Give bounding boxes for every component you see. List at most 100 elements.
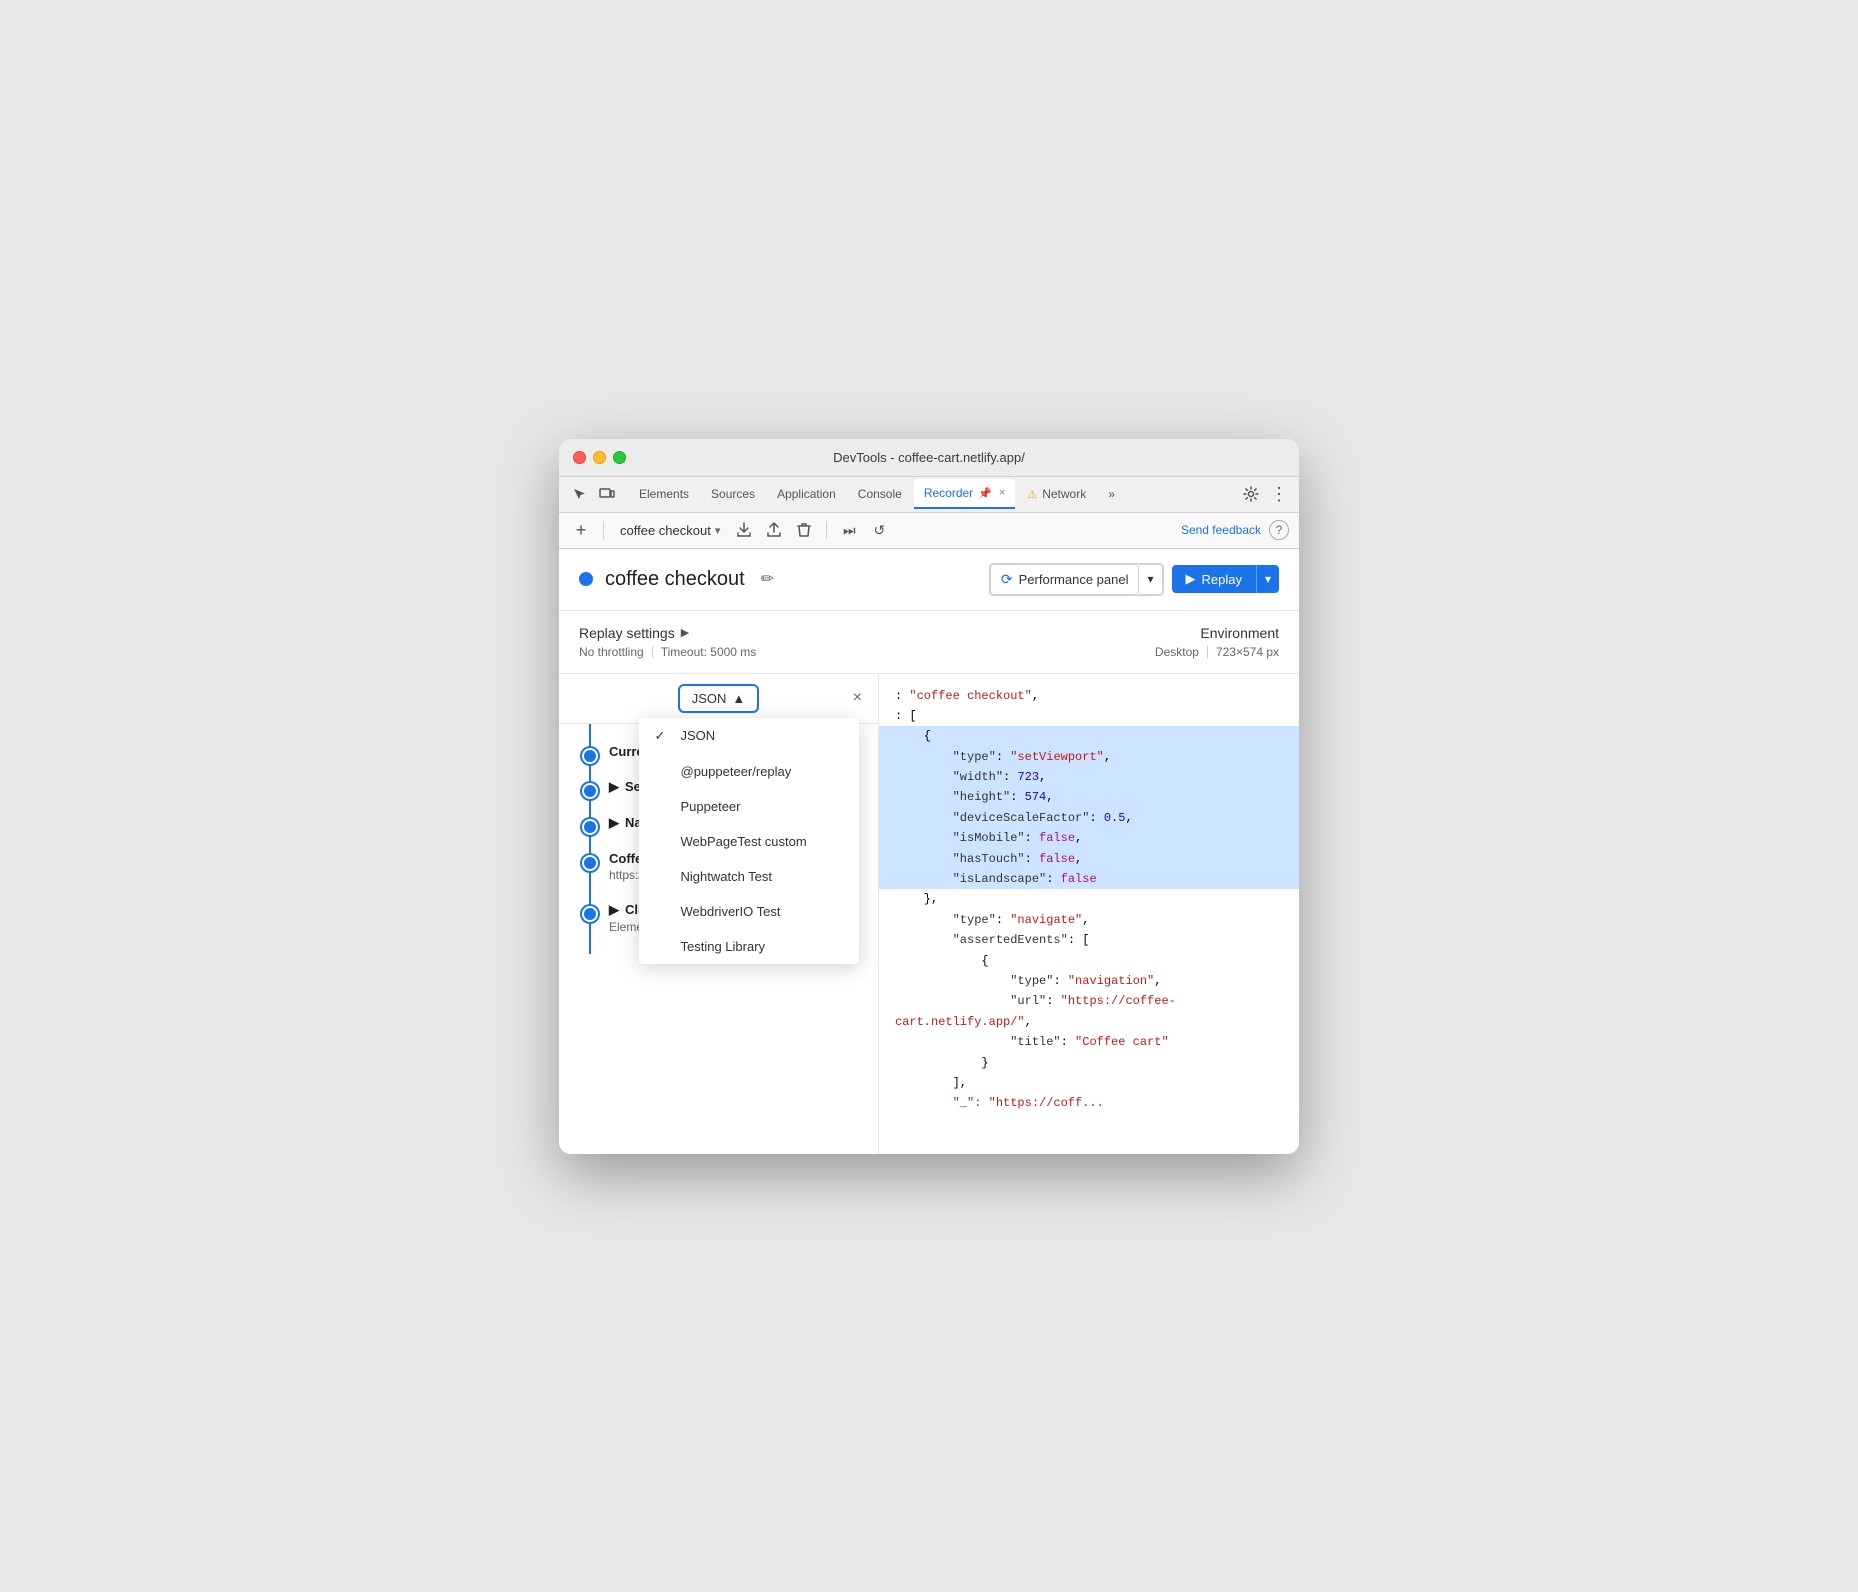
code-line-13: "assertedEvents": [ — [895, 930, 1283, 950]
recorder-toolbar: + coffee checkout ▾ ⏭ ↺ Send fee — [559, 513, 1299, 549]
slow-replay-icon[interactable]: ↺ — [867, 518, 891, 542]
edit-title-icon[interactable]: ✏ — [761, 569, 774, 589]
format-option-nightwatch[interactable]: Nightwatch Test — [639, 859, 859, 894]
timeline-dot-4 — [582, 855, 598, 871]
timeline-dot-3 — [582, 819, 598, 835]
code-line-6: "height": 574, — [895, 787, 1283, 807]
format-option-testing-library[interactable]: Testing Library — [639, 929, 859, 964]
send-feedback-link[interactable]: Send feedback — [1181, 523, 1261, 537]
replay-dropdown-button[interactable]: ▾ — [1256, 565, 1279, 593]
format-dropdown-menu: ✓ JSON @puppeteer/replay Puppeteer — [639, 718, 859, 964]
right-pane[interactable]: : "coffee checkout", : [ { "type": "setV… — [879, 674, 1299, 1154]
step-replay-icon[interactable]: ⏭ — [837, 518, 861, 542]
format-option-json[interactable]: ✓ JSON — [639, 718, 859, 754]
tab-recorder[interactable]: Recorder 📌 × — [914, 479, 1016, 509]
tab-application[interactable]: Application — [767, 479, 846, 509]
export-icon[interactable] — [732, 518, 756, 542]
delete-icon[interactable] — [792, 518, 816, 542]
format-bar: JSON ▲ × ✓ JSON @puppeteer/replay — [559, 674, 878, 724]
code-line-21: "_": "https://coff... — [895, 1093, 1283, 1113]
toolbar-separator-1 — [603, 521, 604, 539]
expand-arrow-icon: ▶ — [609, 779, 619, 795]
perf-panel-icon: ⟳ — [1001, 571, 1013, 588]
settings-icon[interactable] — [1239, 482, 1263, 506]
replay-button[interactable]: ▶ Replay — [1172, 565, 1256, 593]
replay-play-icon: ▶ — [1186, 571, 1196, 587]
perf-panel-wrapper: ⟳ Performance panel ▾ — [989, 563, 1164, 596]
format-option-puppeteer-replay[interactable]: @puppeteer/replay — [639, 754, 859, 789]
replay-wrapper: ▶ Replay ▾ — [1172, 565, 1280, 593]
left-pane: JSON ▲ × ✓ JSON @puppeteer/replay — [559, 674, 879, 1154]
title-bar: DevTools - coffee-cart.netlify.app/ — [559, 439, 1299, 477]
perf-panel-button[interactable]: ⟳ Performance panel — [990, 564, 1140, 595]
green-traffic-light[interactable] — [613, 451, 626, 464]
code-line-1: : "coffee checkout", — [895, 686, 1283, 706]
settings-separator — [652, 646, 653, 658]
environment-meta: Desktop 723×574 px — [1155, 645, 1279, 659]
recording-header: coffee checkout ✏ ⟳ Performance panel ▾ … — [559, 549, 1299, 611]
panel-area: JSON ▲ × ✓ JSON @puppeteer/replay — [559, 674, 1299, 1154]
code-line-19: } — [895, 1053, 1283, 1073]
expand-arrow-icon-2: ▶ — [609, 815, 619, 831]
timeline-dot-5 — [582, 906, 598, 922]
settings-arrow-icon: ▶ — [681, 626, 689, 639]
tab-more[interactable]: » — [1098, 479, 1125, 509]
tab-close-icon[interactable]: × — [999, 487, 1005, 499]
tab-network[interactable]: ⚠ Network — [1017, 479, 1096, 509]
chevron-up-icon: ▲ — [732, 691, 745, 706]
code-line-4: "type": "setViewport", — [895, 747, 1283, 767]
format-panel-close-icon[interactable]: × — [853, 689, 862, 707]
warning-icon: ⚠ — [1027, 488, 1037, 501]
recording-indicator — [579, 572, 593, 586]
yellow-traffic-light[interactable] — [593, 451, 606, 464]
window-title: DevTools - coffee-cart.netlify.app/ — [833, 450, 1025, 465]
environment-section: Environment Desktop 723×574 px — [1155, 625, 1279, 659]
devtools-window: DevTools - coffee-cart.netlify.app/ Elem… — [559, 439, 1299, 1154]
timeline-dot — [582, 748, 598, 764]
add-recording-button[interactable]: + — [569, 518, 593, 542]
perf-panel-dropdown[interactable]: ▾ — [1139, 564, 1162, 595]
format-option-puppeteer[interactable]: Puppeteer — [639, 789, 859, 824]
settings-meta: No throttling Timeout: 5000 ms — [579, 645, 756, 659]
cursor-icon[interactable] — [567, 482, 591, 506]
check-icon: ✓ — [655, 728, 671, 744]
code-line-10: "isLandscape": false — [895, 869, 1283, 889]
import-icon[interactable] — [762, 518, 786, 542]
code-line-16: "url": "https://coffee- — [895, 991, 1283, 1011]
recording-name: coffee checkout — [620, 523, 711, 538]
tab-bar-right: ⋮ — [1239, 482, 1291, 506]
toolbar-separator-2 — [826, 521, 827, 539]
recording-selector[interactable]: coffee checkout ▾ — [614, 521, 726, 540]
code-line-9: "hasTouch": false, — [895, 849, 1283, 869]
code-line-7: "deviceScaleFactor": 0.5, — [895, 808, 1283, 828]
code-highlighted-block: { "type": "setViewport", "width": 723, "… — [879, 726, 1299, 889]
more-options-icon[interactable]: ⋮ — [1267, 482, 1291, 506]
tab-bar: Elements Sources Application Console Rec… — [559, 477, 1299, 513]
code-line-2: : [ — [895, 706, 1283, 726]
main-content: coffee checkout ✏ ⟳ Performance panel ▾ … — [559, 549, 1299, 1154]
device-icon[interactable] — [595, 482, 619, 506]
chevron-down-icon: ▾ — [715, 524, 721, 537]
format-option-webdriverio[interactable]: WebdriverIO Test — [639, 894, 859, 929]
code-line-17: cart.netlify.app/", — [895, 1012, 1283, 1032]
traffic-lights — [573, 451, 626, 464]
expand-arrow-icon-3: ▶ — [609, 902, 619, 918]
env-separator — [1207, 646, 1208, 658]
format-option-webpagetest[interactable]: WebPageTest custom — [639, 824, 859, 859]
code-line-14: { — [895, 951, 1283, 971]
code-line-12: "type": "navigate", — [895, 910, 1283, 930]
replay-settings-toggle[interactable]: Replay settings ▶ — [579, 625, 756, 641]
devtools-controls — [567, 482, 619, 506]
code-line-5: "width": 723, — [895, 767, 1283, 787]
help-button[interactable]: ? — [1269, 520, 1289, 540]
format-selector[interactable]: JSON ▲ — [678, 684, 760, 713]
tab-elements[interactable]: Elements — [629, 479, 699, 509]
tab-sources[interactable]: Sources — [701, 479, 765, 509]
header-actions: ⟳ Performance panel ▾ ▶ Replay ▾ — [989, 563, 1279, 596]
settings-row: Replay settings ▶ No throttling Timeout:… — [559, 611, 1299, 674]
code-line-18: "title": "Coffee cart" — [895, 1032, 1283, 1052]
code-line-15: "type": "navigation", — [895, 971, 1283, 991]
code-line-8: "isMobile": false, — [895, 828, 1283, 848]
red-traffic-light[interactable] — [573, 451, 586, 464]
tab-console[interactable]: Console — [848, 479, 912, 509]
